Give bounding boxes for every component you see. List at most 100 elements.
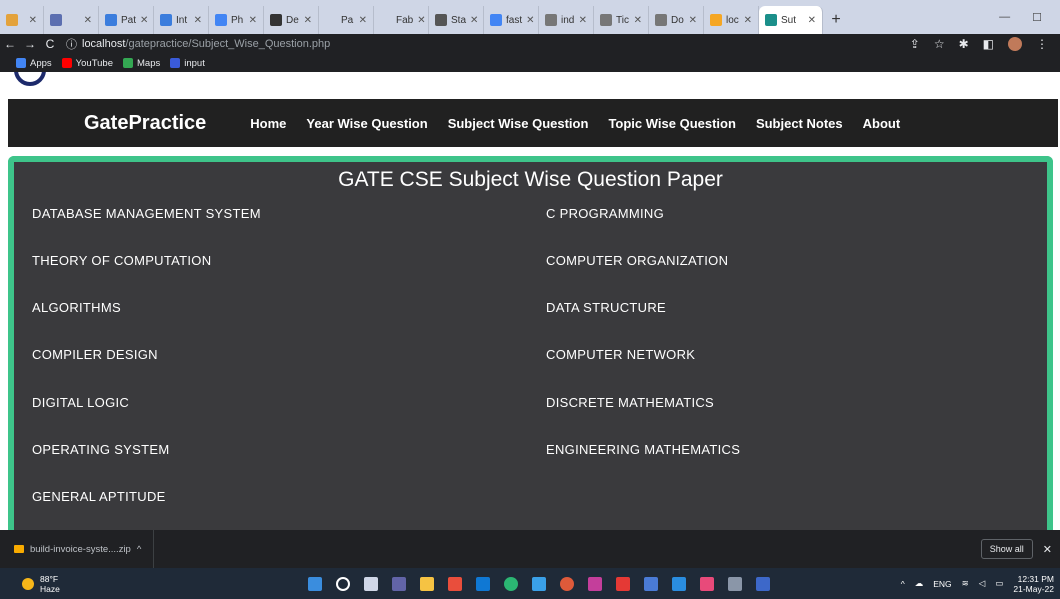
tab-close-icon[interactable]: ✕ — [194, 15, 202, 26]
subject-link[interactable]: ALGORITHMS — [32, 300, 121, 315]
task-view-icon[interactable] — [364, 576, 378, 591]
tab-close-icon[interactable]: ✕ — [526, 15, 534, 26]
subject-link[interactable]: THEORY OF COMPUTATION — [32, 253, 211, 268]
search-icon[interactable] — [336, 576, 350, 591]
bookmark-item[interactable]: Apps — [16, 58, 52, 69]
tab-close-icon[interactable]: ✕ — [359, 15, 367, 26]
tab-strip: ✕ ✕ Pat ✕ Int ✕ Ph ✕ De ✕ Pa ✕ Fab ✕ Sta ✕ fast ✕ ind ✕ Tic ✕… — [0, 0, 1060, 34]
notes-icon[interactable] — [644, 576, 658, 591]
extensions-icon[interactable]: ✱ — [959, 37, 969, 51]
subject-link[interactable]: GENERAL APTITUDE — [32, 489, 166, 504]
tab-favicon-icon — [325, 14, 337, 26]
browser-tab[interactable]: loc ✕ — [704, 6, 759, 34]
office-icon[interactable] — [448, 576, 462, 591]
brand-link[interactable]: GatePractice — [84, 112, 206, 135]
tab-close-icon[interactable]: ✕ — [634, 15, 642, 26]
store-icon[interactable] — [532, 576, 546, 591]
back-icon[interactable]: ← — [0, 37, 20, 51]
menu-icon[interactable]: ⋮ — [1036, 37, 1048, 51]
taskbar-apps — [308, 576, 770, 591]
minimize-icon[interactable]: — — [999, 11, 1010, 23]
wifi-icon[interactable]: ≋ — [962, 578, 969, 589]
download-item[interactable]: build-invoice-syste....zip ^ — [0, 530, 155, 568]
photos-icon[interactable] — [700, 576, 714, 591]
browser-tab[interactable]: Int ✕ — [154, 6, 209, 34]
close-icon[interactable]: ✕ — [1043, 543, 1052, 556]
tab-close-icon[interactable]: ✕ — [140, 15, 148, 26]
tab-close-icon[interactable]: ✕ — [84, 15, 92, 26]
browser-tab[interactable]: ind ✕ — [539, 6, 594, 34]
browser-tab[interactable]: ✕ — [44, 6, 99, 34]
nav-year-wise[interactable]: Year Wise Question — [296, 116, 437, 131]
tab-close-icon[interactable]: ✕ — [579, 15, 587, 26]
tab-label: Do — [671, 14, 684, 26]
browser-tab[interactable]: Tic ✕ — [594, 6, 649, 34]
browser-tab[interactable]: Fab ✕ — [374, 6, 429, 34]
chevron-up-icon[interactable]: ^ — [901, 579, 905, 589]
subject-link[interactable]: COMPILER DESIGN — [32, 347, 158, 362]
browser-tab[interactable]: fast ✕ — [484, 6, 539, 34]
tab-close-icon[interactable]: ✕ — [29, 15, 37, 26]
mail-icon[interactable] — [476, 576, 490, 591]
pdf-icon[interactable] — [616, 576, 630, 591]
app2-icon[interactable] — [756, 576, 770, 591]
reload-icon[interactable]: C — [40, 37, 60, 51]
tab-close-icon[interactable]: ✕ — [417, 15, 425, 26]
tab-close-icon[interactable]: ✕ — [808, 15, 816, 26]
battery-icon[interactable]: ▭ — [995, 578, 1003, 589]
cloud-icon[interactable]: ☁ — [915, 578, 924, 589]
volume-icon[interactable]: ◁ — [979, 578, 986, 589]
bookmark-item[interactable]: input — [170, 58, 205, 69]
tab-close-icon[interactable]: ✕ — [470, 15, 478, 26]
url-field[interactable]: ⓘ localhost/gatepractice/Subject_Wise_Qu… — [66, 36, 330, 52]
tab-close-icon[interactable]: ✕ — [689, 15, 697, 26]
browser-tab[interactable]: De ✕ — [264, 6, 319, 34]
app-icon[interactable] — [588, 576, 602, 591]
profile-avatar[interactable] — [1008, 37, 1022, 51]
chrome-icon[interactable] — [560, 576, 574, 591]
weather-widget[interactable]: 88°F Haze — [0, 574, 282, 594]
nav-home[interactable]: Home — [240, 116, 296, 131]
browser-tab[interactable]: ✕ — [0, 6, 44, 34]
browser-tab[interactable]: Sut ✕ — [759, 6, 823, 34]
side-panel-icon[interactable]: ◧ — [983, 37, 994, 51]
subject-link[interactable]: DIGITAL LOGIC — [32, 395, 129, 410]
chevron-up-icon[interactable]: ^ — [137, 544, 141, 555]
subject-link[interactable]: DATABASE MANAGEMENT SYSTEM — [32, 206, 261, 221]
browser-tab[interactable]: Ph ✕ — [209, 6, 264, 34]
edge-icon[interactable] — [504, 576, 518, 591]
bookmark-item[interactable]: Maps — [123, 58, 160, 69]
nav-subject-notes[interactable]: Subject Notes — [746, 116, 853, 131]
tab-close-icon[interactable]: ✕ — [304, 15, 312, 26]
forward-icon[interactable]: → — [20, 37, 40, 51]
nav-topic-wise[interactable]: Topic Wise Question — [598, 116, 746, 131]
clock[interactable]: 12:31 PM 21-May-22 — [1013, 574, 1054, 594]
subject-link[interactable]: OPERATING SYSTEM — [32, 442, 169, 457]
browser-tab[interactable]: Do ✕ — [649, 6, 704, 34]
subject-link[interactable]: DATA STRUCTURE — [546, 300, 666, 315]
tab-close-icon[interactable]: ✕ — [249, 15, 257, 26]
browser-tab[interactable]: Sta ✕ — [429, 6, 484, 34]
star-icon[interactable]: ☆ — [934, 37, 945, 51]
subject-link[interactable]: DISCRETE MATHEMATICS — [546, 395, 714, 410]
tab-close-icon[interactable]: ✕ — [744, 15, 752, 26]
windows-start-icon[interactable] — [308, 576, 322, 591]
new-tab-button[interactable]: + — [823, 6, 849, 34]
subject-link[interactable]: COMPUTER ORGANIZATION — [546, 253, 728, 268]
show-all-button[interactable]: Show all — [980, 539, 1033, 559]
maximize-icon[interactable]: ☐ — [1032, 11, 1042, 24]
settings-icon[interactable] — [728, 576, 742, 591]
language-indicator[interactable]: ENG — [933, 579, 951, 589]
browser-tab[interactable]: Pa ✕ — [319, 6, 374, 34]
subject-link[interactable]: ENGINEERING MATHEMATICS — [546, 442, 740, 457]
share-icon[interactable]: ⇪ — [910, 37, 920, 51]
vscode-icon[interactable] — [672, 576, 686, 591]
chat-icon[interactable] — [392, 576, 406, 591]
browser-tab[interactable]: Pat ✕ — [99, 6, 154, 34]
subject-link[interactable]: COMPUTER NETWORK — [546, 347, 695, 362]
bookmark-item[interactable]: YouTube — [61, 58, 113, 69]
subject-link[interactable]: C PROGRAMMING — [546, 206, 664, 221]
nav-about[interactable]: About — [853, 116, 911, 131]
file-explorer-icon[interactable] — [420, 576, 434, 591]
nav-subject-wise[interactable]: Subject Wise Question — [438, 116, 599, 131]
